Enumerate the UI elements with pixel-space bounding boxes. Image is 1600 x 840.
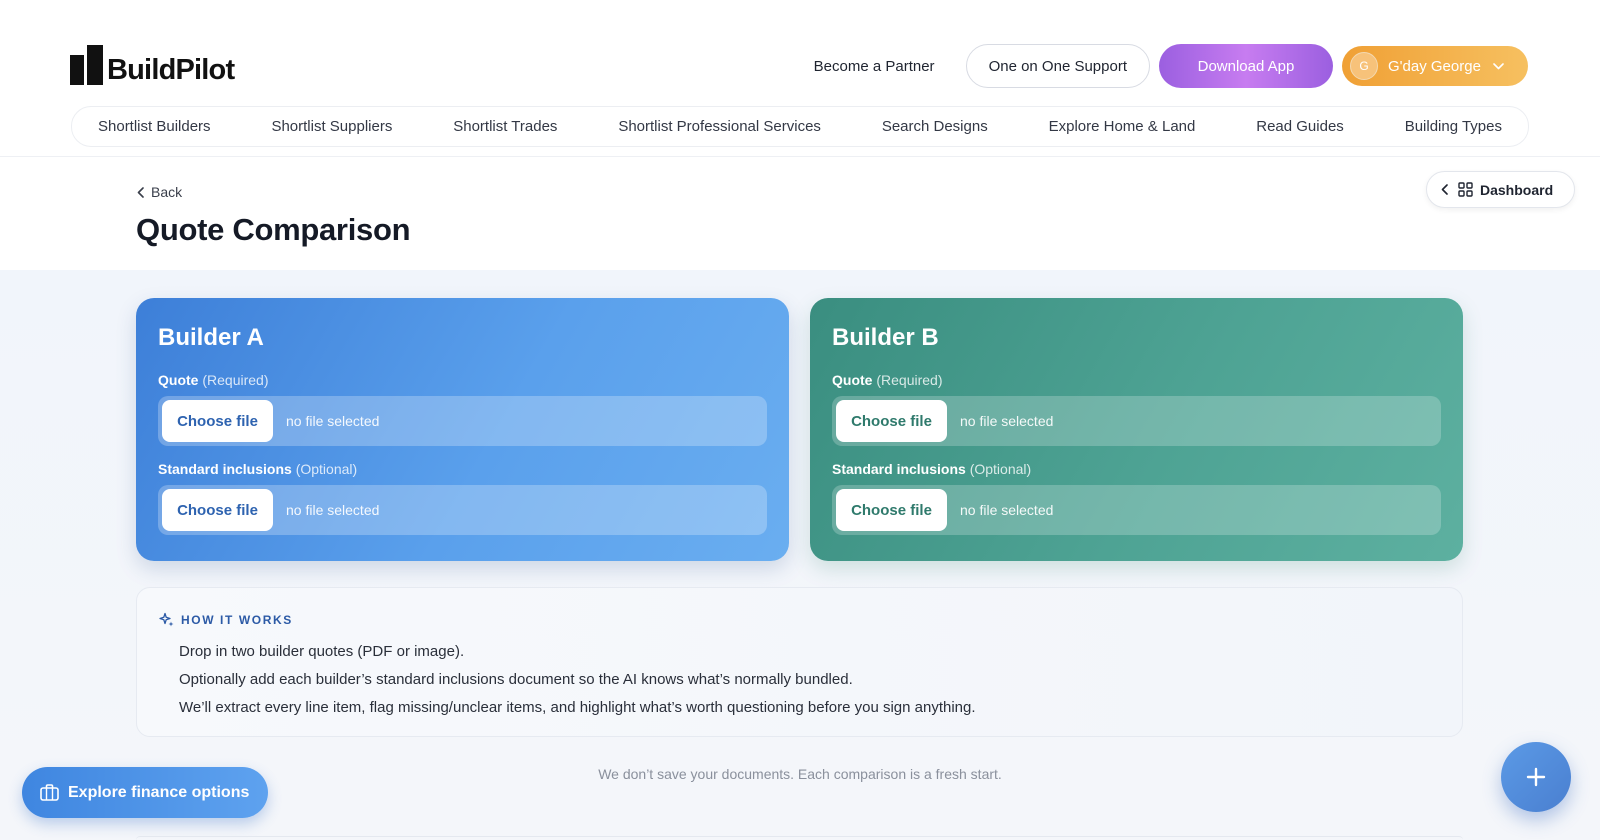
nav-item-explore-home-land[interactable]: Explore Home & Land — [1049, 118, 1196, 135]
title-area: Back Quote Comparison Dashboard — [0, 158, 1600, 270]
inclusions-optional-hint: (Optional) — [295, 461, 358, 477]
inclusions-file-input[interactable]: Choose file no file selected — [158, 485, 767, 535]
inclusions-file-input[interactable]: Choose file no file selected — [832, 485, 1441, 535]
inclusions-label: Standard inclusions (Optional) — [158, 461, 767, 477]
explore-finance-button[interactable]: Explore finance options — [22, 767, 268, 818]
sparkle-icon — [159, 612, 174, 627]
dashboard-button[interactable]: Dashboard — [1426, 171, 1575, 208]
chevron-left-icon — [1441, 184, 1448, 195]
nav-item-shortlist-trades[interactable]: Shortlist Trades — [453, 118, 557, 135]
inclusions-label: Standard inclusions (Optional) — [832, 461, 1441, 477]
choose-file-button[interactable]: Choose file — [836, 489, 947, 531]
top-actions: Become a Partner One on One Support Down… — [814, 44, 1528, 88]
back-label: Back — [151, 184, 183, 200]
how-step: We’ll extract every line item, flag miss… — [179, 699, 976, 716]
how-it-works-list: Drop in two builder quotes (PDF or image… — [179, 638, 976, 722]
how-heading-text: HOW IT WORKS — [181, 612, 293, 627]
builder-b-title: Builder B — [832, 324, 939, 351]
how-step: Drop in two builder quotes (PDF or image… — [179, 643, 465, 660]
file-status: no file selected — [286, 413, 380, 429]
finance-label: Explore finance options — [68, 783, 250, 801]
logo-text: BuildPilot — [107, 54, 235, 86]
chevron-down-icon — [1493, 62, 1504, 69]
buildpilot-logo[interactable]: BuildPilot — [70, 45, 235, 86]
choose-file-button[interactable]: Choose file — [162, 489, 273, 531]
briefcase-icon — [40, 784, 59, 801]
quote-label-text: Quote — [158, 372, 199, 388]
how-step: Optionally add each builder’s standard i… — [179, 671, 853, 688]
file-status: no file selected — [960, 502, 1054, 518]
builder-a-card: Builder A Quote (Required) Choose file n… — [136, 298, 789, 561]
how-it-works-heading: HOW IT WORKS — [159, 612, 293, 627]
builder-b-card: Builder B Quote (Required) Choose file n… — [810, 298, 1463, 561]
avatar: G — [1350, 52, 1378, 80]
nav-item-shortlist-professional-services[interactable]: Shortlist Professional Services — [618, 118, 821, 135]
file-status: no file selected — [286, 502, 380, 518]
quote-required-hint: (Required) — [876, 372, 943, 388]
file-status: no file selected — [960, 413, 1054, 429]
page-title: Quote Comparison — [136, 212, 411, 247]
chevron-left-icon — [137, 186, 144, 198]
logo-mark-icon — [70, 45, 106, 85]
quote-label: Quote (Required) — [832, 372, 1441, 388]
how-it-works-panel: HOW IT WORKS Drop in two builder quotes … — [136, 587, 1463, 737]
download-app-button[interactable]: Download App — [1159, 44, 1333, 88]
quote-file-input[interactable]: Choose file no file selected — [832, 396, 1441, 446]
quote-label-text: Quote — [832, 372, 873, 388]
quote-file-input[interactable]: Choose file no file selected — [158, 396, 767, 446]
grid-icon — [1458, 182, 1473, 197]
dashboard-label: Dashboard — [1480, 181, 1554, 198]
nav-item-building-types[interactable]: Building Types — [1405, 118, 1502, 135]
builder-a-title: Builder A — [158, 324, 264, 351]
choose-file-button[interactable]: Choose file — [836, 400, 947, 442]
nav-item-shortlist-suppliers[interactable]: Shortlist Suppliers — [271, 118, 392, 135]
become-partner-link[interactable]: Become a Partner — [814, 58, 935, 75]
plus-icon — [1526, 767, 1546, 787]
nav-item-shortlist-builders[interactable]: Shortlist Builders — [98, 118, 211, 135]
site-header: BuildPilot Become a Partner One on One S… — [0, 0, 1600, 157]
main-content: Builder A Quote (Required) Choose file n… — [0, 270, 1600, 840]
inclusions-optional-hint: (Optional) — [969, 461, 1032, 477]
quote-required-hint: (Required) — [202, 372, 269, 388]
back-link[interactable]: Back — [137, 184, 182, 200]
inclusions-label-text: Standard inclusions — [832, 461, 966, 477]
main-nav: Shortlist Builders Shortlist Suppliers S… — [71, 106, 1529, 147]
add-fab-button[interactable] — [1501, 742, 1571, 812]
divider — [136, 836, 1463, 840]
user-menu-button[interactable]: G G'day George — [1342, 46, 1528, 86]
user-name: G'day George — [1388, 57, 1481, 75]
nav-item-search-designs[interactable]: Search Designs — [882, 118, 988, 135]
nav-item-read-guides[interactable]: Read Guides — [1256, 118, 1344, 135]
inclusions-label-text: Standard inclusions — [158, 461, 292, 477]
support-button[interactable]: One on One Support — [965, 44, 1150, 88]
quote-label: Quote (Required) — [158, 372, 767, 388]
choose-file-button[interactable]: Choose file — [162, 400, 273, 442]
